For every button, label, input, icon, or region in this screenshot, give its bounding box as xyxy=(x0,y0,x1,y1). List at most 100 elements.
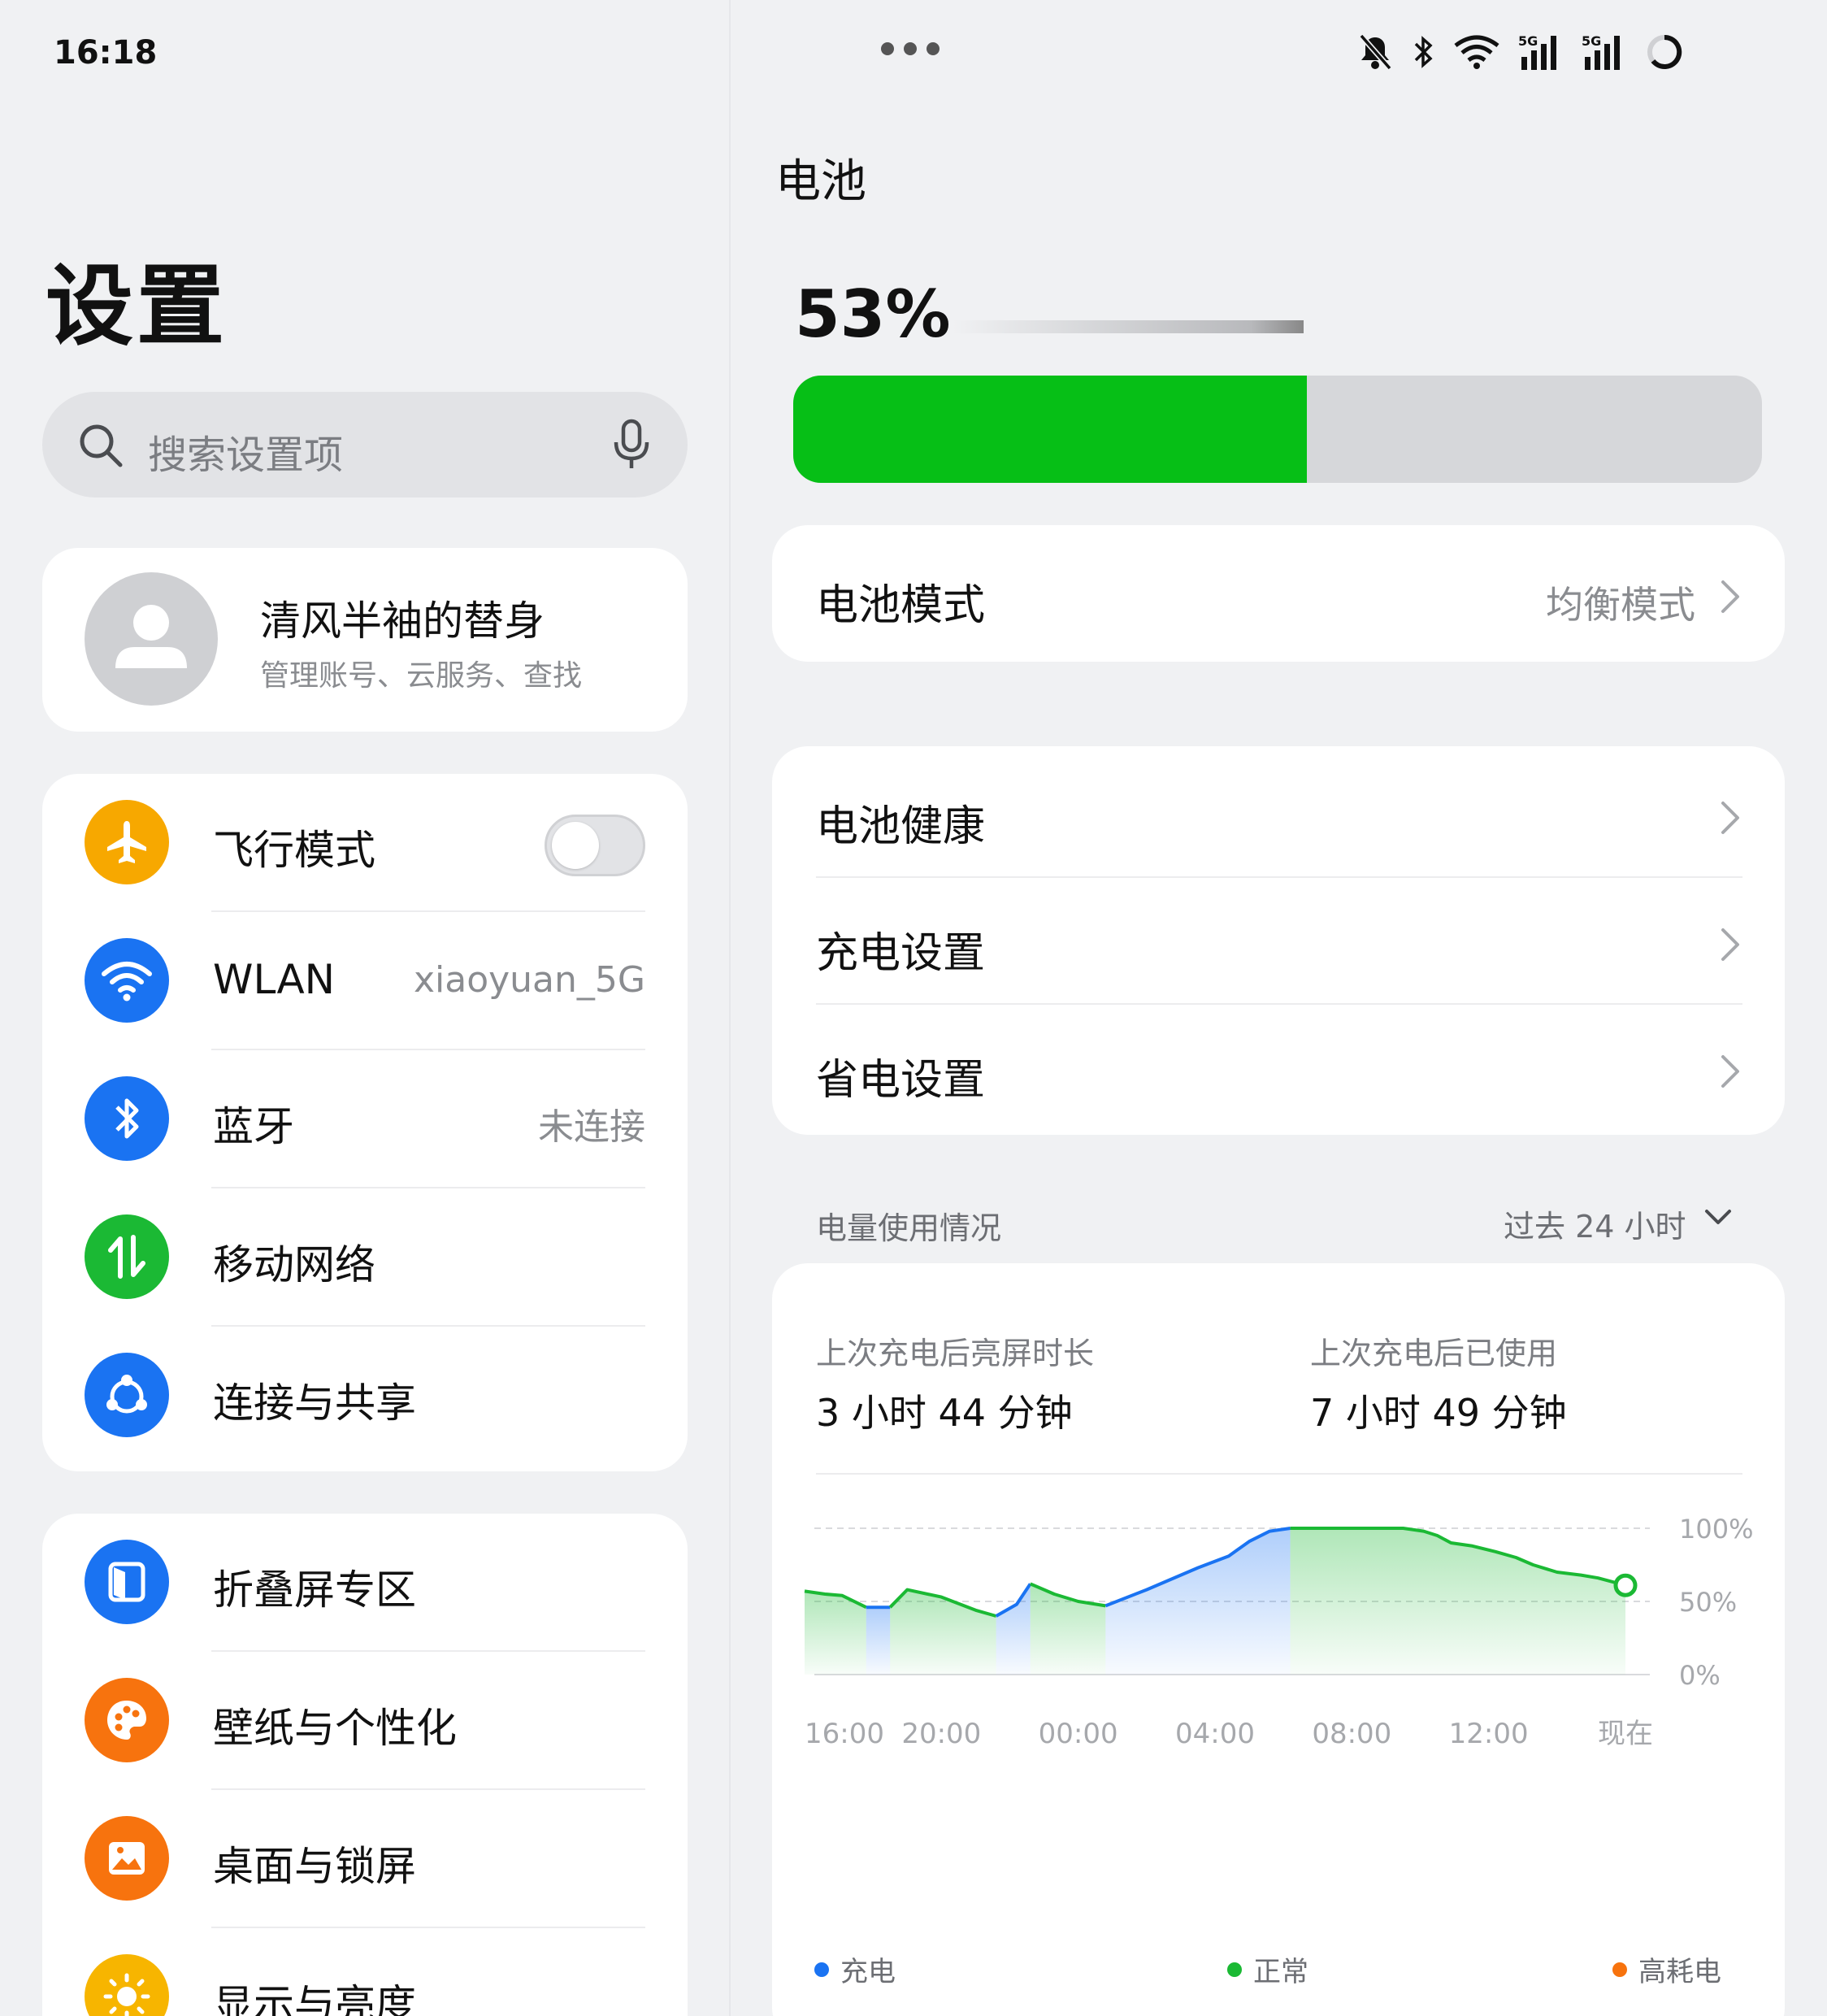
row-label: WLAN xyxy=(213,956,336,1003)
usage-range-select[interactable]: 过去 24 小时 xyxy=(1504,1201,1686,1246)
row-label: 壁纸与个性化 xyxy=(213,1705,457,1752)
row-label: 省电设置 xyxy=(816,1056,986,1105)
foldable-row[interactable]: 折叠屏专区 xyxy=(42,1514,688,1652)
x-tick-label: 现在 xyxy=(1598,1718,1653,1750)
power-saving-row[interactable]: 省电设置 xyxy=(772,1005,1785,1132)
row-label: 充电设置 xyxy=(816,929,986,978)
row-label: 折叠屏专区 xyxy=(213,1566,416,1614)
multitask-dots[interactable] xyxy=(881,42,940,55)
wlan-row[interactable]: WLAN xiaoyuan_5G xyxy=(42,912,688,1050)
palette-icon xyxy=(85,1678,169,1762)
current-level-point xyxy=(1613,1573,1638,1597)
account-name: 清风半袖的替身 xyxy=(260,597,545,645)
battery-mode-card: 电池模式 均衡模式 xyxy=(772,525,1785,662)
row-label: 电池模式 xyxy=(816,581,986,630)
wifi-icon xyxy=(1454,35,1499,69)
row-label: 电池健康 xyxy=(816,802,986,851)
svg-text:5G: 5G xyxy=(1582,33,1601,49)
signal-5g-icon: 5G xyxy=(1518,33,1556,70)
chevron-right-icon xyxy=(1721,580,1739,613)
row-label: 桌面与锁屏 xyxy=(213,1843,416,1890)
battery-usage-chart: 100% 50% 0% 16:00 20:00 00:00 04:00 08:00 12:00… xyxy=(804,1514,1753,1750)
row-label: 移动网络 xyxy=(213,1241,375,1288)
status-time: 16:18 xyxy=(54,34,158,72)
chevron-down-icon[interactable] xyxy=(1703,1208,1733,1227)
home-lock-row[interactable]: 桌面与锁屏 xyxy=(42,1790,688,1928)
airplane-mode-row[interactable]: 飞行模式 xyxy=(42,774,688,912)
microphone-icon[interactable] xyxy=(611,418,652,471)
percent-fade-bar xyxy=(953,320,1304,333)
page-title: 设置 xyxy=(46,256,228,358)
connection-sharing-row[interactable]: 连接与共享 xyxy=(42,1327,688,1465)
search-placeholder: 搜索设置项 xyxy=(148,432,344,478)
search-icon xyxy=(80,424,123,467)
x-tick-label: 04:00 xyxy=(1175,1718,1255,1750)
battery-health-row[interactable]: 电池健康 xyxy=(772,751,1785,878)
chevron-right-icon xyxy=(1721,928,1739,961)
account-card[interactable]: 清风半袖的替身 管理账号、云服务、查找 xyxy=(42,548,688,732)
legend-high-drain: 高耗电 xyxy=(1612,1949,1721,1989)
foldable-icon xyxy=(85,1540,169,1624)
usage-heading: 电量使用情况 xyxy=(816,1210,1002,1246)
user-icon xyxy=(115,605,187,668)
legend-dot xyxy=(1227,1962,1242,1977)
signal-5g-icon: 5G xyxy=(1582,33,1620,70)
mobile-network-row[interactable]: 移动网络 xyxy=(42,1188,688,1327)
legend-normal: 正常 xyxy=(1227,1949,1308,1989)
chevron-right-icon xyxy=(1721,1055,1739,1088)
battery-percent: 53% xyxy=(795,276,951,352)
y-tick-label: 50% xyxy=(1679,1587,1737,1618)
pane-divider xyxy=(729,0,731,2016)
battery-mode-row[interactable]: 电池模式 均衡模式 xyxy=(772,530,1785,657)
normal-area xyxy=(1290,1528,1625,1675)
y-tick-label: 0% xyxy=(1679,1660,1721,1691)
row-value: 未连接 xyxy=(538,1106,645,1148)
personalization-group: 折叠屏专区 壁纸与个性化 桌面与锁屏 显示与亮度 xyxy=(42,1514,688,2016)
row-label: 飞行模式 xyxy=(213,827,375,874)
account-subtitle: 管理账号、云服务、查找 xyxy=(260,659,583,693)
legend-charging: 充电 xyxy=(814,1949,896,1989)
row-label: 连接与共享 xyxy=(213,1379,416,1427)
avatar xyxy=(85,572,218,706)
connectivity-group: 飞行模式 WLAN xiaoyuan_5G 蓝牙 未连接 移动网络 连接与共享 xyxy=(42,774,688,1471)
x-tick-label: 00:00 xyxy=(1039,1718,1118,1750)
legend-label: 高耗电 xyxy=(1638,1956,1721,1988)
usage-card: 上次充电后亮屏时长 3 小时 44 分钟 上次充电后已使用 7 小时 49 分钟… xyxy=(772,1263,1785,2016)
row-label: 蓝牙 xyxy=(213,1103,294,1150)
legend-label: 充电 xyxy=(840,1956,896,1988)
sun-icon xyxy=(85,1954,169,2016)
wifi-icon xyxy=(85,938,169,1023)
legend-dot xyxy=(814,1962,829,1977)
battery-level-bar xyxy=(793,376,1762,483)
share-icon xyxy=(85,1353,169,1437)
legend-label: 正常 xyxy=(1253,1956,1308,1988)
search-input[interactable]: 搜索设置项 xyxy=(42,392,688,497)
y-tick-label: 100% xyxy=(1679,1514,1753,1545)
battery-menu-card: 电池健康 充电设置 省电设置 xyxy=(772,746,1785,1135)
legend-dot xyxy=(1612,1962,1627,1977)
display-row[interactable]: 显示与亮度 xyxy=(42,1928,688,2016)
charging-area xyxy=(996,1584,1031,1675)
mobile-data-icon xyxy=(85,1214,169,1299)
charging-settings-row[interactable]: 充电设置 xyxy=(772,878,1785,1005)
charging-area xyxy=(1105,1528,1291,1675)
wallpaper-row[interactable]: 壁纸与个性化 xyxy=(42,1652,688,1790)
charging-area xyxy=(866,1607,891,1675)
airplane-icon xyxy=(85,800,169,884)
wallpaper-icon xyxy=(85,1816,169,1901)
mute-bell-icon xyxy=(1359,33,1392,71)
row-value: xiaoyuan_5G xyxy=(413,959,645,1001)
x-tick-label: 20:00 xyxy=(901,1718,981,1750)
airplane-toggle[interactable] xyxy=(545,815,645,876)
chevron-right-icon xyxy=(1721,802,1739,834)
bluetooth-row[interactable]: 蓝牙 未连接 xyxy=(42,1050,688,1188)
svg-text:5G: 5G xyxy=(1518,33,1538,49)
row-label: 显示与亮度 xyxy=(213,1981,416,2016)
bluetooth-icon xyxy=(1414,36,1433,68)
status-icons: 5G 5G xyxy=(1357,29,1684,75)
battery-ring-icon xyxy=(1647,34,1682,69)
battery-title: 电池 xyxy=(775,155,866,208)
normal-area xyxy=(890,1589,996,1675)
x-tick-label: 16:00 xyxy=(805,1718,884,1750)
battery-level-fill xyxy=(793,376,1307,483)
